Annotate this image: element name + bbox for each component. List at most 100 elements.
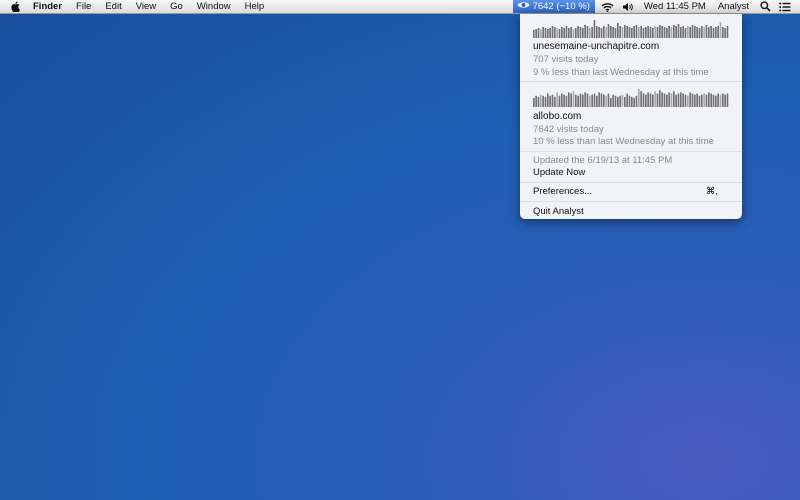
sparkline-bar — [661, 26, 663, 38]
wifi-icon[interactable] — [601, 0, 615, 13]
sparkline-bar — [542, 95, 544, 107]
sparkline-bar — [717, 93, 719, 107]
sparkline-bar — [579, 93, 582, 107]
app-menu-finder[interactable]: Finder — [29, 0, 69, 13]
sparkline-bar — [593, 20, 596, 38]
sparkline-bar — [565, 26, 568, 38]
sparkline-bar — [572, 91, 575, 107]
sparkline-bar — [628, 95, 631, 107]
sparkline-bar — [598, 92, 600, 107]
sparkline-bar — [694, 26, 696, 38]
sparkline-bar — [621, 94, 624, 107]
sparkline-bar — [703, 93, 705, 107]
site-2-name[interactable]: allobo.com — [533, 111, 581, 122]
sparkline-bar — [626, 93, 628, 107]
sparkline-bar — [638, 27, 640, 38]
site-2-visits: 7642 visits today — [533, 124, 604, 135]
sparkline-bar — [687, 95, 689, 107]
menu-file[interactable]: File — [69, 0, 98, 13]
sparkline-bar — [708, 27, 710, 38]
sparkline-bar — [687, 26, 689, 38]
sparkline-bar — [537, 28, 540, 38]
sparkline-bar — [719, 22, 722, 38]
sparkline-bar — [558, 29, 561, 38]
sparkline-bar — [537, 96, 540, 107]
sparkline-bar — [596, 95, 598, 107]
sparkline-bar — [617, 23, 619, 38]
spotlight-search-icon[interactable] — [758, 0, 772, 13]
sparkline-bar — [715, 95, 717, 107]
sparkline-bar — [568, 92, 570, 107]
site-2-sparkline — [533, 89, 729, 107]
site-1-comparison: 9 % less than last Wednesday at this tim… — [533, 67, 709, 78]
menu-view[interactable]: View — [129, 0, 163, 13]
sparkline-bar — [701, 94, 703, 107]
sparkline-bar — [619, 26, 621, 38]
sparkline-bar — [710, 26, 712, 38]
site-1-name[interactable]: unesemaine-unchapitre.com — [533, 41, 659, 52]
sparkline-bar — [612, 27, 614, 38]
sparkline-bar — [705, 94, 708, 107]
sparkline-bar — [696, 93, 698, 107]
menu-window[interactable]: Window — [190, 0, 238, 13]
sparkline-bar — [663, 93, 666, 107]
menu-go[interactable]: Go — [163, 0, 190, 13]
sparkline-bar — [659, 25, 661, 38]
sparkline-bar — [535, 95, 537, 107]
sparkline-bar — [607, 24, 610, 38]
notification-center-icon[interactable] — [778, 0, 792, 13]
sparkline-bar — [586, 93, 589, 107]
status-item-label: 7642 (−10 %) — [532, 1, 590, 12]
apple-icon[interactable] — [9, 0, 23, 13]
sparkline-bar — [603, 26, 605, 38]
update-now-item[interactable]: Update Now — [533, 167, 729, 178]
sparkline-bar — [570, 93, 572, 107]
sparkline-bar — [554, 27, 556, 38]
sparkline-bar — [694, 94, 696, 107]
sparkline-bar — [598, 27, 600, 38]
sparkline-bar — [540, 94, 542, 107]
site-1-visits: 707 visits today — [533, 54, 599, 65]
sparkline-bar — [638, 89, 640, 107]
sparkline-bar — [719, 94, 722, 107]
sparkline-bar — [561, 93, 563, 107]
sparkline-bar — [724, 94, 726, 107]
sparkline-bar — [684, 94, 687, 107]
sparkline-bar — [549, 28, 551, 38]
sparkline-bar — [635, 95, 638, 107]
sparkline-bar — [689, 27, 691, 38]
menu-edit[interactable]: Edit — [98, 0, 128, 13]
sparkline-bar — [549, 95, 551, 107]
menu-help[interactable]: Help — [238, 0, 272, 13]
preferences-item[interactable]: Preferences... ⌘, — [533, 186, 729, 197]
sparkline-bar — [570, 27, 572, 38]
sparkline-bar — [600, 93, 603, 107]
sparkline-bar — [551, 26, 554, 38]
sparkline-bar — [633, 26, 635, 38]
sparkline-bar — [544, 96, 547, 107]
sparkline-bar — [600, 28, 603, 38]
sparkline-bar — [680, 92, 682, 107]
sparkline-bar — [670, 27, 673, 38]
menubar-clock[interactable]: Wed 11:45 PM — [638, 1, 712, 12]
sparkline-bar — [551, 94, 554, 107]
sparkline-bar — [584, 25, 586, 38]
site-2-comparison: 10 % less than last Wednesday at this ti… — [533, 136, 714, 147]
sparkline-bar — [577, 26, 579, 38]
sparkline-bar — [642, 93, 645, 107]
quit-item[interactable]: Quit Analyst — [533, 206, 729, 217]
sparkline-bar — [542, 27, 544, 38]
sparkline-bar — [682, 93, 684, 107]
menubar-user[interactable]: Analyst — [712, 1, 755, 12]
menu-bar: Finder File Edit View Go Window Help 764… — [0, 0, 800, 14]
sparkline-bar — [712, 94, 715, 107]
analyst-dropdown-menu: unesemaine-unchapitre.com 707 visits tod… — [520, 14, 742, 219]
analyst-status-item[interactable]: 7642 (−10 %) — [512, 0, 595, 13]
sparkline-bar — [544, 28, 547, 38]
last-updated-text: Updated the 6/19/13 at 11:45 PM — [533, 155, 673, 166]
sparkline-bar — [568, 28, 570, 38]
sparkline-bar — [656, 27, 659, 38]
sparkline-bar — [691, 25, 694, 38]
volume-icon[interactable] — [621, 0, 635, 13]
sparkline-bar — [726, 93, 729, 107]
